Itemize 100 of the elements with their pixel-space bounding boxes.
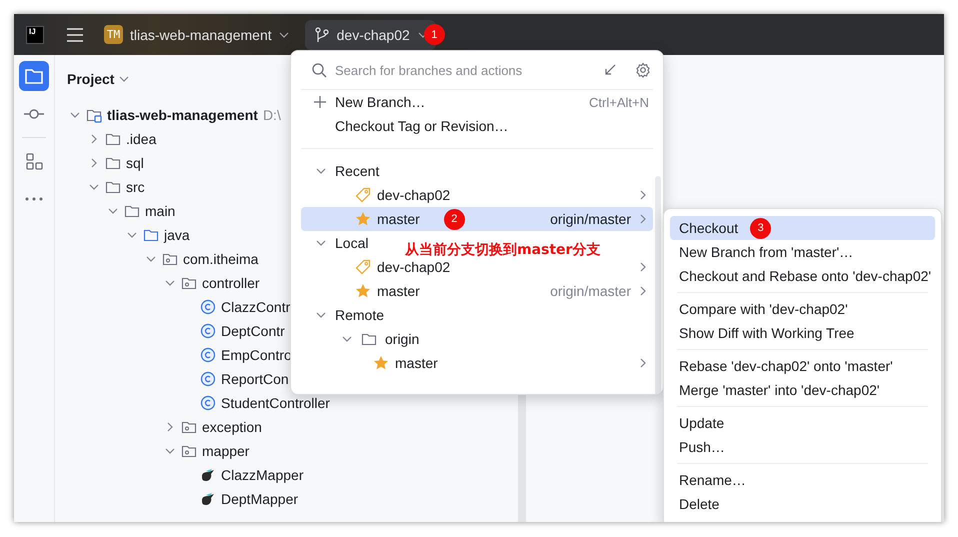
- class-icon: [200, 299, 216, 315]
- item-label: Update: [679, 415, 724, 431]
- tree-item[interactable]: com.itheima: [183, 251, 258, 267]
- project-badge: TM: [104, 25, 123, 44]
- caret-icon: [119, 74, 130, 84]
- menu-item[interactable]: New Branch from 'master'…: [670, 240, 935, 264]
- tree-item[interactable]: ReportCon: [221, 371, 289, 387]
- bird-icon: [200, 491, 216, 507]
- bird-icon: [200, 467, 216, 483]
- menu-icon[interactable]: [66, 26, 84, 42]
- tree-item[interactable]: DeptContr: [221, 323, 285, 339]
- step-badge: 3: [750, 218, 772, 238]
- tracking-branch: origin/master: [550, 211, 631, 227]
- menu-item[interactable]: Update: [670, 411, 935, 435]
- menu-item[interactable]: Push…: [670, 435, 935, 459]
- tree-item[interactable]: exception: [202, 419, 262, 435]
- shortcut-text: Ctrl+Alt+N: [589, 94, 649, 110]
- tree-item[interactable]: .idea: [126, 131, 156, 147]
- menu-item[interactable]: New Branch… Ctrl+Alt+N: [301, 90, 653, 114]
- menu-item[interactable]: Rename…: [670, 468, 935, 492]
- branch-item[interactable]: master: [301, 351, 653, 375]
- item-label: dev-chap02: [336, 26, 410, 42]
- tree-item[interactable]: main: [145, 203, 176, 219]
- item-label: Checkout Tag or Revision…: [335, 118, 508, 134]
- folder-icon: [25, 68, 43, 84]
- package-folder-icon: [181, 419, 197, 435]
- module-folder-icon: [86, 107, 102, 123]
- menu-item[interactable]: Delete: [670, 492, 935, 516]
- tool-window-button[interactable]: [19, 61, 49, 91]
- more-icon: [25, 197, 43, 201]
- tree-item[interactable]: ClazzContr: [221, 299, 290, 315]
- folder-icon: [124, 203, 140, 219]
- menu-item[interactable]: Checkout 3: [670, 216, 935, 240]
- item-label: Checkout: [679, 220, 738, 236]
- collapse-icon[interactable]: [603, 63, 617, 77]
- item-label: tlias-web-management: [130, 26, 272, 42]
- tree-item[interactable]: ClazzMapper: [221, 467, 304, 483]
- menu-item[interactable]: Show Diff with Working Tree: [670, 321, 935, 345]
- remote-group[interactable]: origin: [385, 331, 420, 347]
- item-label: Rename…: [679, 472, 746, 488]
- tree-item[interactable]: java: [164, 227, 190, 243]
- class-icon: [200, 323, 216, 339]
- item-label: Delete: [679, 496, 720, 512]
- menu-item[interactable]: Compare with 'dev-chap02': [670, 297, 935, 321]
- tree-item[interactable]: EmpContro: [221, 347, 292, 363]
- package-folder-icon: [162, 251, 178, 267]
- item-label: Project: [67, 71, 114, 87]
- class-icon: [200, 347, 216, 363]
- item-label: master: [395, 355, 438, 371]
- structure-icon: [26, 152, 42, 170]
- menu-item[interactable]: Checkout Tag or Revision…: [301, 114, 653, 138]
- menu-item[interactable]: Merge 'master' into 'dev-chap02': [670, 378, 935, 402]
- tree-item[interactable]: src: [126, 179, 145, 195]
- item-label: dev-chap02: [377, 259, 450, 275]
- logo-text: IJ: [29, 26, 36, 36]
- section-header[interactable]: Remote: [335, 307, 384, 323]
- tree-item[interactable]: sql: [126, 155, 144, 171]
- section-header[interactable]: Local: [335, 235, 368, 251]
- item-label: New Branch from 'master'…: [679, 244, 854, 260]
- folder-icon: [105, 179, 121, 195]
- tree-item[interactable]: StudentController: [221, 395, 330, 411]
- folder-icon: [143, 227, 159, 243]
- tree-item[interactable]: tlias-web-management: [107, 107, 258, 123]
- panel-title[interactable]: Project: [67, 71, 130, 87]
- settings-icon[interactable]: [635, 62, 651, 78]
- folder-icon: [361, 331, 377, 347]
- tracking-branch: origin/master: [550, 283, 631, 299]
- star-icon: [355, 283, 371, 299]
- project-path: D:\: [262, 107, 281, 123]
- menu-item[interactable]: Checkout and Rebase onto 'dev-chap02': [670, 264, 935, 288]
- item-label: Push…: [679, 439, 725, 455]
- project-selector[interactable]: TM tlias-web-management: [104, 25, 289, 44]
- step-badge: 2: [444, 208, 465, 230]
- tag-icon: [355, 259, 371, 275]
- item-label: Show Diff with Working Tree: [679, 325, 854, 341]
- item-label: New Branch…: [335, 94, 426, 110]
- branch-item[interactable]: master 2 origin/master: [301, 207, 653, 231]
- tree-item[interactable]: mapper: [202, 443, 250, 459]
- item-label: Rebase 'dev-chap02' onto 'master': [679, 358, 893, 374]
- item-label: dev-chap02: [377, 187, 450, 203]
- branch-item[interactable]: master origin/master: [301, 279, 653, 303]
- tree-item[interactable]: controller: [202, 275, 260, 291]
- section-header[interactable]: Recent: [335, 163, 380, 179]
- item-label: Merge 'master' into 'dev-chap02': [679, 382, 880, 398]
- menu-item[interactable]: Rebase 'dev-chap02' onto 'master': [670, 354, 935, 378]
- item-label: master: [377, 283, 420, 299]
- tag-icon: [355, 187, 371, 203]
- app-logo[interactable]: IJ: [26, 26, 44, 44]
- branch-icon: [314, 26, 329, 42]
- class-icon: [200, 395, 216, 411]
- tree-item[interactable]: DeptMapper: [221, 491, 298, 507]
- branch-item[interactable]: dev-chap02: [301, 183, 653, 207]
- commit-icon: [24, 109, 44, 119]
- search-icon: [311, 62, 327, 78]
- class-icon: [200, 371, 216, 387]
- star-icon: [373, 355, 389, 371]
- package-folder-icon: [181, 275, 197, 291]
- item-label: Compare with 'dev-chap02': [679, 301, 848, 317]
- search-field[interactable]: Search for branches and actions: [335, 62, 595, 78]
- star-icon: [355, 211, 371, 227]
